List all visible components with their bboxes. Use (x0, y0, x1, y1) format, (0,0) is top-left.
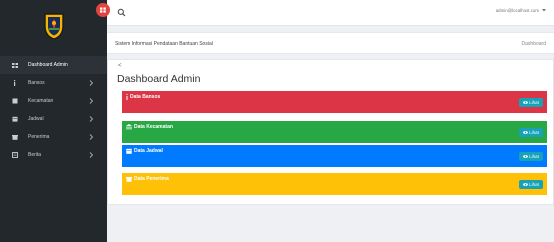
lihat-button[interactable]: Lihat (519, 98, 543, 107)
panel-data-kecamatan: Data Kecamatan Lihat (122, 121, 547, 143)
building-icon (11, 98, 18, 105)
chevron-right-icon (89, 98, 94, 104)
panel-data-jadwal: Data Jadwal Lihat (122, 145, 547, 167)
sidebar-item-label: Jadwal (28, 116, 44, 122)
chevron-right-icon (89, 152, 94, 158)
logo-area (0, 0, 107, 52)
eye-icon (523, 183, 529, 186)
sidebar-item-label: Berita (28, 152, 42, 158)
sidebar-item-label: Penerima (28, 134, 50, 140)
breadcrumb[interactable]: Dashboard (522, 41, 546, 47)
search-icon[interactable] (117, 8, 126, 17)
info-icon (11, 80, 18, 87)
chevron-right-icon (89, 80, 94, 86)
sidebar-item-label: Kecamatan (28, 98, 54, 104)
sidebar-item-jadwal[interactable]: Jadwal (0, 110, 107, 128)
sidebar-nav: Dashboard Admin Bansos Kecamatan Jadwal (0, 56, 107, 164)
panel-title: Data Penerima (134, 176, 169, 182)
calendar-icon (11, 116, 18, 123)
top-navbar: admin@localhost.com (96, 0, 554, 26)
panel-title: Data Kecamatan (134, 124, 173, 130)
sidebar-toggle-button[interactable] (96, 3, 110, 17)
user-email: admin@localhost.com (495, 8, 539, 13)
back-link[interactable]: < (118, 63, 122, 69)
dashboard-icon (11, 62, 18, 69)
dashboard-card: < Dashboard Admin Data Bansos Lihat Data… (107, 59, 554, 205)
sidebar-item-kecamatan[interactable]: Kecamatan (0, 92, 107, 110)
menu-icon (100, 7, 106, 13)
panel-data-bansos: Data Bansos Lihat (122, 91, 547, 113)
gift-icon (126, 177, 132, 182)
sidebar: Dashboard Admin Bansos Kecamatan Jadwal (0, 0, 107, 242)
panel-title: Data Jadwal (134, 148, 163, 154)
lihat-button[interactable]: Lihat (519, 128, 543, 137)
info-icon (126, 94, 128, 100)
sidebar-item-label: Bansos (28, 80, 45, 86)
sidebar-item-bansos[interactable]: Bansos (0, 74, 107, 92)
eye-icon (523, 155, 529, 158)
user-menu[interactable]: admin@localhost.com (496, 8, 546, 13)
sidebar-item-dashboard-admin[interactable]: Dashboard Admin (0, 56, 107, 74)
panel-data-penerima: Data Penerima Lihat (122, 173, 547, 195)
subheader: Sistem Informasi Pendataan Bantuan Sosia… (107, 32, 554, 54)
sidebar-item-label: Dashboard Admin (28, 62, 68, 68)
page-title: Dashboard Admin (117, 73, 201, 85)
chevron-right-icon (89, 116, 94, 122)
chevron-right-icon (89, 134, 94, 140)
building-icon (126, 124, 132, 130)
panel-title: Data Bansos (130, 94, 161, 100)
sidebar-item-berita[interactable]: Berita (0, 146, 107, 164)
app-title: Sistem Informasi Pendataan Bantuan Sosia… (115, 41, 213, 47)
eye-icon (523, 131, 529, 134)
logo-emblem-icon (43, 13, 64, 40)
lihat-button[interactable]: Lihat (519, 152, 543, 161)
sidebar-item-penerima[interactable]: Penerima (0, 128, 107, 146)
caret-down-icon (542, 9, 546, 12)
lihat-button[interactable]: Lihat (519, 180, 543, 189)
gift-icon (11, 134, 18, 141)
calendar-icon (126, 148, 132, 154)
eye-icon (523, 101, 529, 104)
news-icon (11, 152, 18, 159)
